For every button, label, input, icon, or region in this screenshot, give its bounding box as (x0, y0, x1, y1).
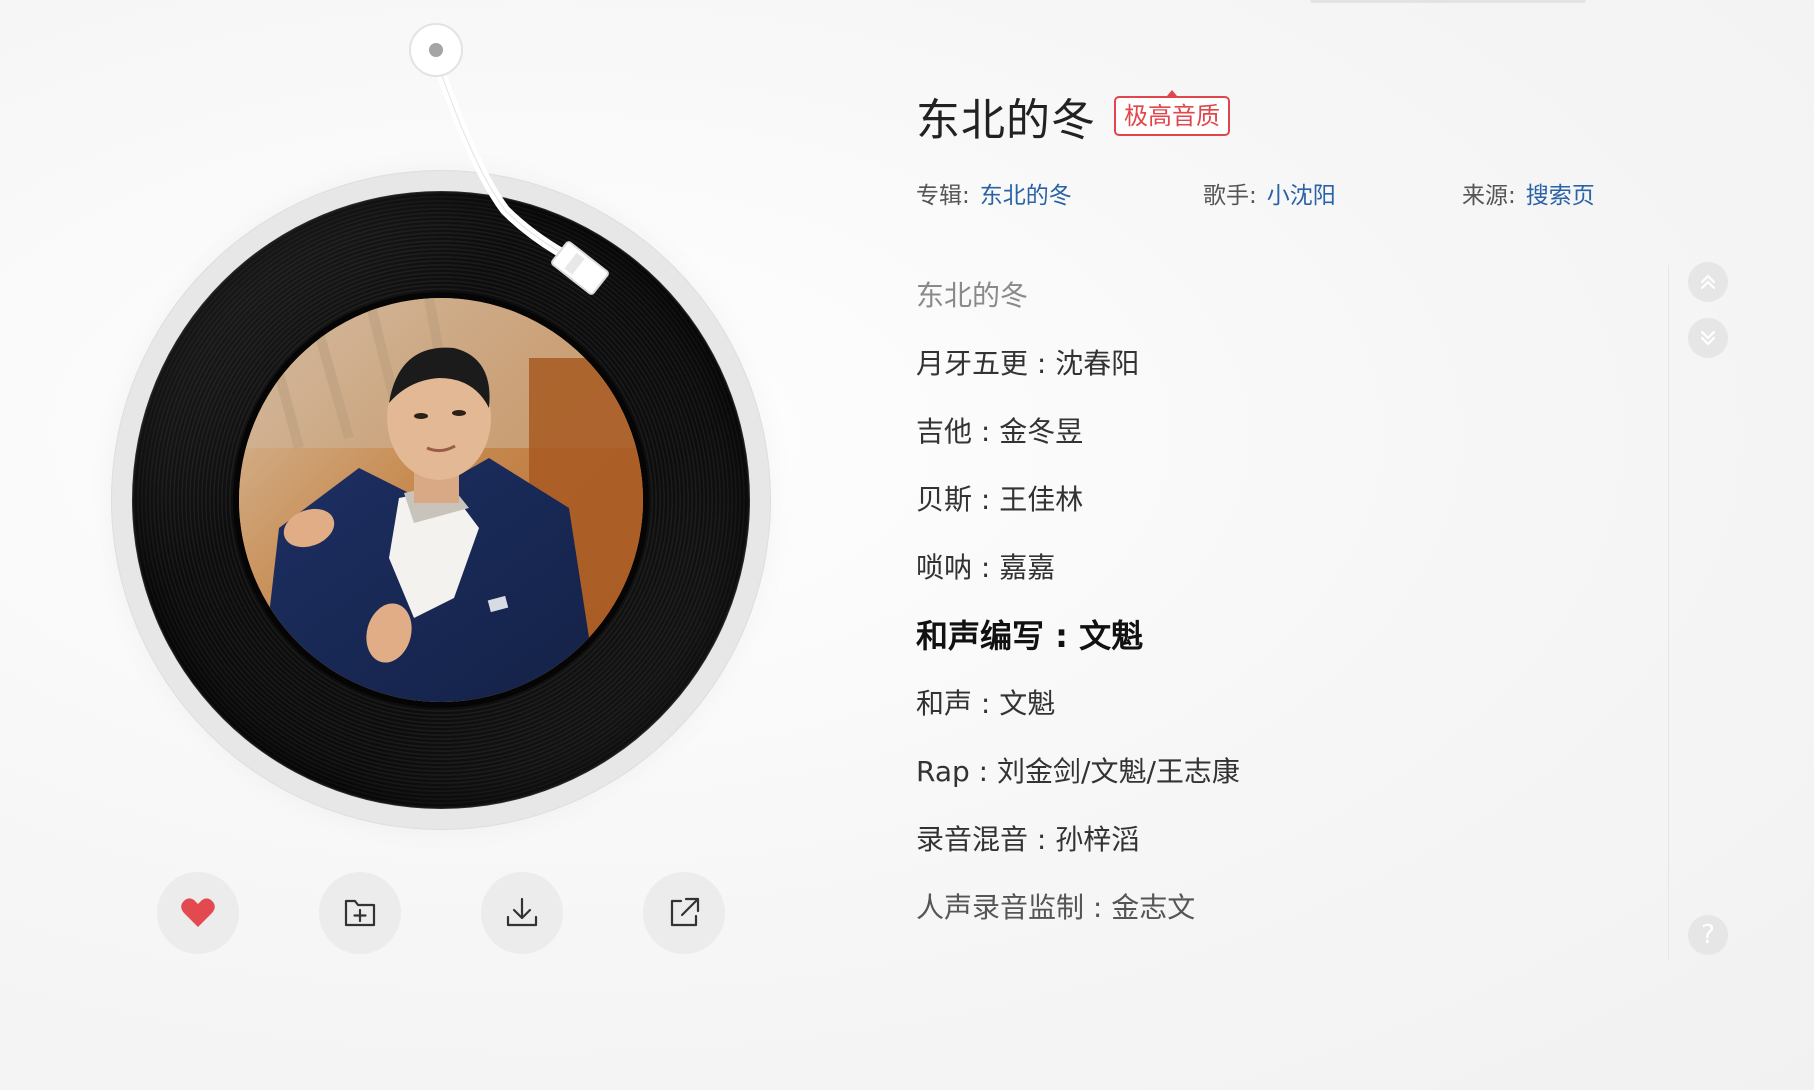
album-meta: 专辑: 东北的冬 (916, 176, 1072, 210)
lyric-line[interactable]: Rap : 刘金剑/文魁/王志康 (916, 746, 1636, 814)
lyric-line[interactable]: 贝斯 : 王佳林 (916, 474, 1636, 542)
heart-icon (181, 898, 215, 927)
folder-plus-icon (344, 899, 376, 927)
lyric-line[interactable]: 月牙五更 : 沈春阳 (916, 338, 1636, 406)
add-to-playlist-button[interactable] (319, 872, 401, 954)
artist-link[interactable]: 小沈阳 (1267, 183, 1336, 209)
window-top-edge (1310, 0, 1586, 3)
artist-key: 歌手: (1203, 183, 1257, 209)
help-button[interactable]: ? (1688, 915, 1728, 955)
album-key: 专辑: (916, 183, 970, 209)
album-cover-art (239, 298, 643, 702)
title-row: 东北的冬 极高音质 (916, 86, 1736, 146)
source-meta: 来源: 搜索页 (1462, 176, 1595, 210)
download-icon (506, 897, 538, 927)
player-panel (0, 0, 880, 1090)
tonearm (409, 23, 609, 295)
scroll-down-button[interactable] (1688, 318, 1728, 358)
source-link[interactable]: 搜索页 (1526, 183, 1595, 209)
lyric-line[interactable]: 人声录音监制 : 金志文 (916, 882, 1636, 950)
lyric-line[interactable]: 吉他 : 金冬昱 (916, 406, 1636, 474)
chevrons-down-icon (1700, 330, 1716, 346)
like-button[interactable] (157, 872, 239, 954)
scroll-up-button[interactable] (1688, 262, 1728, 302)
share-icon (670, 897, 700, 927)
share-button[interactable] (643, 872, 725, 954)
action-bar (157, 872, 727, 954)
lyrics-scroll-rail (1668, 265, 1669, 960)
quality-badge[interactable]: 极高音质 (1114, 90, 1230, 136)
meta-row: 专辑: 东北的冬 歌手: 小沈阳 来源: 搜索页 (916, 176, 1736, 210)
artist-meta: 歌手: 小沈阳 (1203, 176, 1336, 210)
quality-label: 极高音质 (1124, 102, 1220, 130)
lyric-line[interactable]: 和声 : 文魁 (916, 678, 1636, 746)
lyric-line[interactable]: 录音混音 : 孙梓滔 (916, 814, 1636, 882)
lyric-line[interactable]: 东北的冬 (916, 270, 1636, 338)
lyrics-panel[interactable]: 东北的冬 月牙五更 : 沈春阳 吉他 : 金冬昱 贝斯 : 王佳林 唢呐 : 嘉… (916, 270, 1636, 970)
caret-up-icon (1167, 90, 1177, 96)
download-button[interactable] (481, 872, 563, 954)
source-key: 来源: (1462, 183, 1516, 209)
album-cover (239, 298, 643, 702)
chevrons-up-icon (1700, 274, 1716, 290)
lyric-line-active[interactable]: 和声编写 : 文魁 (916, 610, 1636, 678)
album-link[interactable]: 东北的冬 (980, 183, 1072, 209)
help-icon: ? (1701, 920, 1715, 950)
lyric-line[interactable]: 唢呐 : 嘉嘉 (916, 542, 1636, 610)
song-title: 东北的冬 (916, 95, 1096, 146)
song-info: 东北的冬 极高音质 专辑: 东北的冬 歌手: 小沈阳 来源: 搜索页 (916, 86, 1736, 209)
